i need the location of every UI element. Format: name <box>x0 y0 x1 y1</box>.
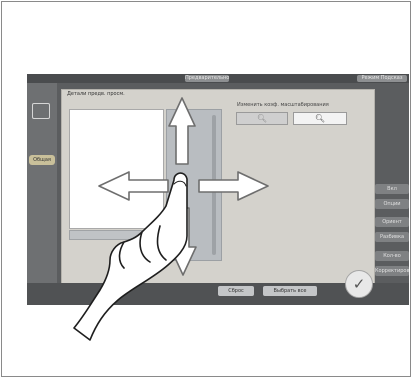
drag-gesture-illustration <box>73 97 269 341</box>
arrow-left-icon <box>98 171 169 201</box>
hand-icon <box>73 172 188 341</box>
arrow-up-icon <box>168 97 196 165</box>
arrow-right-icon <box>198 171 269 201</box>
